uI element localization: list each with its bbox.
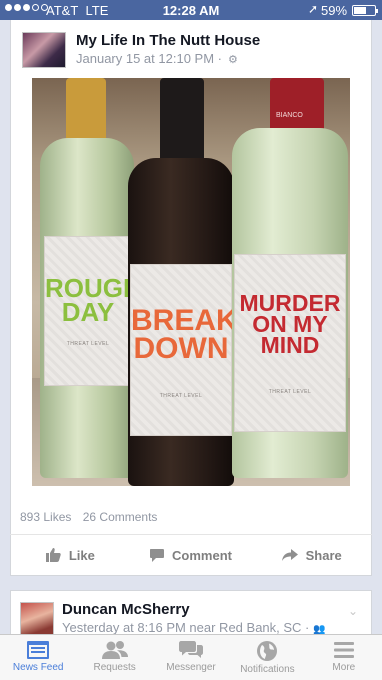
next-post-avatar[interactable] — [20, 602, 54, 636]
messenger-icon — [179, 641, 204, 658]
foil-text: BIANCO — [276, 112, 303, 119]
label-murder-on-my-mind: MURDER ON MY MIND — [239, 290, 341, 359]
tab-notifications[interactable]: Notifications — [229, 635, 305, 680]
post-photo[interactable]: ROUGH DAY THREAT LEVEL BREAK DOWN THREAT L… — [32, 78, 350, 486]
globe-icon — [257, 641, 278, 661]
next-post-meta[interactable]: Yesterday at 8:16 PM near Red Bank, SC ·… — [62, 620, 325, 635]
battery-percent: 59% — [321, 3, 348, 18]
friend-requests-icon — [101, 641, 128, 659]
tab-news-feed-label: News Feed — [12, 662, 64, 673]
like-button[interactable]: Like — [10, 535, 131, 575]
tab-notifications-label: Notifications — [240, 664, 295, 675]
page-avatar[interactable] — [22, 32, 66, 68]
tab-bar: News Feed Requests Messenger Notificatio… — [0, 634, 382, 680]
next-post-author[interactable]: Duncan McSherry — [62, 601, 190, 618]
tab-messenger-label: Messenger — [166, 662, 216, 673]
like-label: Like — [68, 547, 95, 563]
share-button[interactable]: Share — [251, 535, 372, 575]
chevron-down-icon[interactable]: ⌄ — [348, 604, 358, 618]
hamburger-menu-icon — [333, 642, 354, 658]
tab-requests-label: Requests — [93, 662, 136, 673]
tab-news-feed[interactable]: News Feed — [0, 635, 76, 680]
post-actions: Like Comment Share — [10, 535, 372, 575]
tab-requests[interactable]: Requests — [76, 635, 152, 680]
tab-messenger[interactable]: Messenger — [153, 635, 229, 680]
location-arrow-icon: ➚ — [308, 2, 319, 16]
privacy-gear-icon: ⚙ — [224, 54, 238, 66]
tab-more[interactable]: More — [306, 635, 382, 680]
label-break-down: BREAK DOWN — [131, 304, 238, 365]
thumbs-up-icon — [45, 548, 61, 562]
post-author[interactable]: My Life In The Nutt House — [76, 32, 260, 49]
battery-icon — [352, 5, 378, 16]
comments-count[interactable]: 26 Comments — [83, 510, 158, 524]
share-label: Share — [305, 547, 342, 563]
comment-label: Comment — [172, 547, 232, 563]
news-feed-icon — [27, 641, 50, 659]
status-bar: AT&T LTE 12:28 AM ➚ 59% — [0, 0, 382, 20]
tab-more-label: More — [332, 662, 356, 673]
comment-bubble-icon — [150, 548, 165, 562]
post-timestamp[interactable]: January 15 at 12:10 PM · ⚙ — [76, 51, 238, 66]
comment-button[interactable]: Comment — [131, 535, 252, 575]
label-rough-day: ROUGH DAY — [45, 273, 142, 327]
post-stats[interactable]: 893 Likes 26 Comments — [20, 510, 165, 524]
share-arrow-icon — [281, 549, 298, 561]
likes-count[interactable]: 893 Likes — [20, 510, 71, 524]
